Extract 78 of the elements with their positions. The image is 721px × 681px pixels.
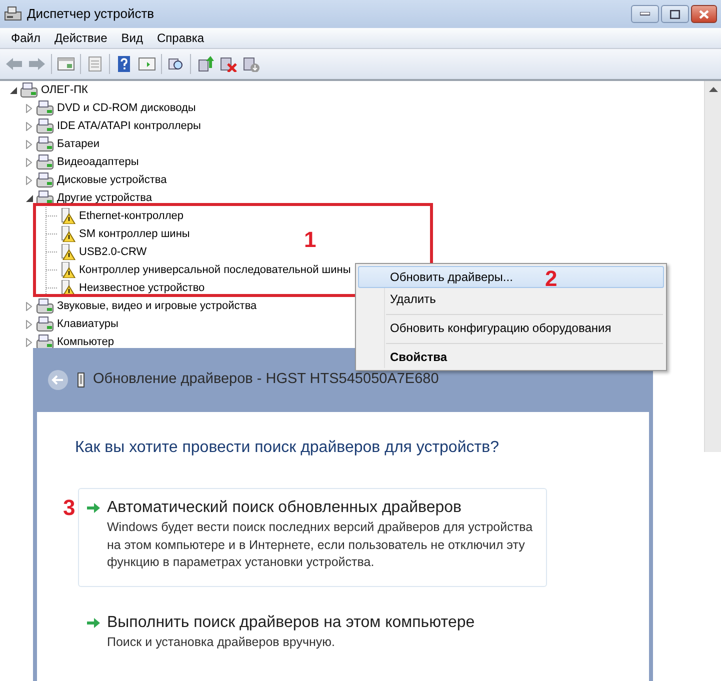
step-number: 2 [545,268,558,290]
tree-item[interactable]: Неизвестное устройство [79,280,205,296]
option-description: Поиск и установка драйверов вручную. [107,634,336,651]
window-title: Диспетчер устройств [27,5,154,24]
back-arrow-icon[interactable] [5,56,23,72]
computer-name[interactable]: ОЛЕГ-ПК [41,82,88,98]
warning-device-icon [60,280,76,296]
tree-item[interactable]: SM контроллер шины [79,226,190,242]
option-link[interactable]: Выполнить поиск драйверов на этом компьютере Поиск и установка драйверов вручную. [78,602,547,666]
tree-item[interactable]: IDE ATA/ATAPI контроллеры [57,118,201,134]
close-button[interactable] [691,5,717,23]
collapsed-arrow-icon[interactable] [26,158,32,166]
close-icon [699,10,709,18]
collapsed-arrow-icon[interactable] [26,320,32,328]
device-icon [36,136,54,152]
drive-icon [77,372,85,388]
collapsed-arrow-icon[interactable] [26,140,32,148]
menu-item[interactable]: Вид [114,29,150,47]
warning-device-icon [60,262,76,278]
collapsed-arrow-icon[interactable] [26,176,32,184]
warning-device-icon [60,208,76,224]
tree-item[interactable]: Клавиатуры [57,316,118,332]
collapsed-arrow-icon[interactable] [26,302,32,310]
menu-item[interactable]: Файл [4,29,48,47]
tree-item[interactable]: Батареи [57,136,100,152]
expanded-arrow-icon[interactable] [26,194,32,202]
device-icon [36,172,54,188]
panel-icon[interactable] [138,56,156,72]
tree-item[interactable]: Дисковые устройства [57,172,167,188]
device-icon [36,118,54,134]
collapsed-arrow-icon[interactable] [26,104,32,112]
warning-device-icon [60,226,76,242]
tree-item[interactable]: Контроллер универсальной последовательной шины [79,262,351,278]
arrow-icon [87,502,101,514]
scroll-up-icon[interactable] [708,87,718,93]
tree-item[interactable]: USB2.0-CRW [79,244,147,260]
dialog-title: Обновление драйверов - HGST HTS545050A7E680 [93,370,439,390]
tree-item[interactable]: Звуковые, видео и игровые устройства [57,298,257,314]
dialog-question: Как вы хотите провести поиск драйверов для устройств? [75,438,500,458]
disable-icon[interactable] [219,56,237,72]
device-icon [36,154,54,170]
window-icon[interactable] [57,56,75,72]
help-icon[interactable] [115,56,133,72]
option-title: Автоматический поиск обновленных драйверов [107,498,463,518]
step-number: 1 [304,229,316,251]
warning-device-icon [60,244,76,260]
back-icon[interactable] [47,369,69,391]
collapsed-arrow-icon[interactable] [26,122,32,130]
tree-item[interactable]: DVD и CD-ROM дисководы [57,100,196,116]
collapsed-arrow-icon[interactable] [26,338,32,346]
arrow-icon [87,616,101,629]
maximize-icon [670,10,680,18]
scrollbar[interactable] [704,81,721,452]
scan-icon[interactable] [167,56,185,72]
document-icon[interactable] [86,56,104,72]
forward-arrow-icon[interactable] [28,56,46,72]
menu-item[interactable]: Удалить [358,288,664,310]
step-number: 3 [63,497,76,519]
option-link[interactable] [78,488,547,587]
option-title: Выполнить поиск драйверов на этом компьютере [107,612,475,632]
minimize-icon [640,12,650,16]
option-description: Windows будет вести поиск последних версий драйверов для устройства на этом компьютере и в Интернете, если пользователь не отключил эту функцию в параметрах установки устройства. [107,519,534,572]
device-icon [20,82,38,98]
tree-item[interactable]: Видеоадаптеры [57,154,139,170]
tree-item[interactable]: Другие устройства [57,190,152,206]
maximize-button[interactable] [661,5,689,23]
menu-item[interactable]: Действие [48,29,114,47]
minimize-button[interactable] [631,5,659,23]
tree-item[interactable]: Компьютер [57,334,114,350]
uninstall-icon[interactable] [242,56,260,72]
update-icon[interactable] [196,56,214,72]
menu-item[interactable]: Справка [150,29,212,47]
device-icon [36,100,54,116]
device-icon [36,316,54,332]
device-icon [36,298,54,314]
device-manager-icon [4,6,22,22]
expanded-arrow-icon[interactable] [10,86,16,94]
tree-item[interactable]: Ethernet-контроллер [79,208,184,224]
